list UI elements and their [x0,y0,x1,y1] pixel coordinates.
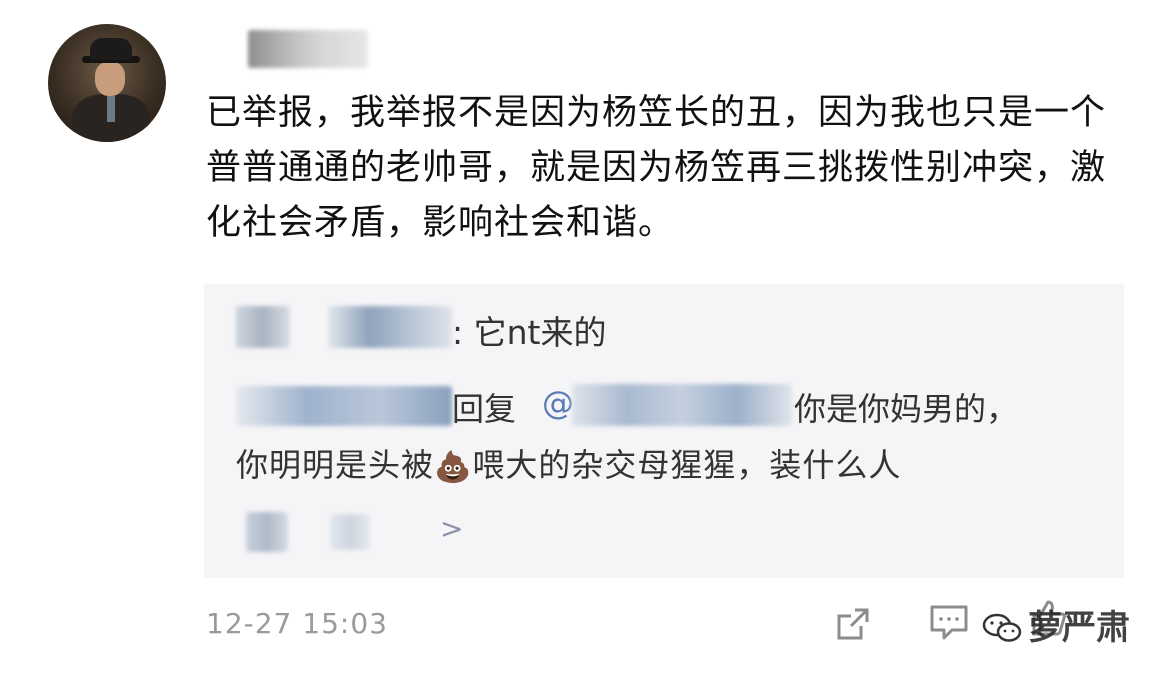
comment-timestamp: 12-27 15:03 [206,607,388,640]
avatar-hat [90,38,132,60]
quoted-username-1-blurred[interactable] [236,306,290,348]
avatar-tie [107,96,115,122]
reply-text-before-emoji: 你明明是头被 [236,446,435,484]
mention-at[interactable]: @ [542,384,574,422]
poo-emoji-icon: 💩 [434,449,473,485]
avatar[interactable] [48,24,166,142]
comment-body: 已举报，我举报不是因为杨笠长的丑，因为我也只是一个普普通通的老帅哥，就是因为杨笠… [206,93,1107,243]
more-replies-blurred-1[interactable] [246,512,288,552]
avatar-face [95,62,125,96]
more-replies-blurred-2[interactable] [330,514,370,550]
more-replies-chevron-icon[interactable]: > [440,512,463,545]
reply-text-part1: 你是你妈男的， [794,390,1019,428]
share-icon[interactable] [833,604,873,644]
quoted-username-3-blurred[interactable] [236,386,452,426]
reply-text-part2: 你明明是头被💩喂大的杂交母猩猩，装什么人 [236,440,901,486]
quoted-reply-1-text: : 它nt来的 [452,313,607,352]
watermark-text: 萝严肃 [1028,608,1130,648]
username-blurred[interactable] [248,30,368,68]
quoted-username-2-blurred[interactable] [328,306,452,348]
wechat-logo-icon [982,613,1022,642]
comment-icon[interactable] [928,602,970,642]
reply-text-after-emoji: 喂大的杂交母猩猩，装什么人 [472,446,902,484]
reply-label: 回复 [452,390,517,428]
mention-username-blurred[interactable] [572,384,792,426]
